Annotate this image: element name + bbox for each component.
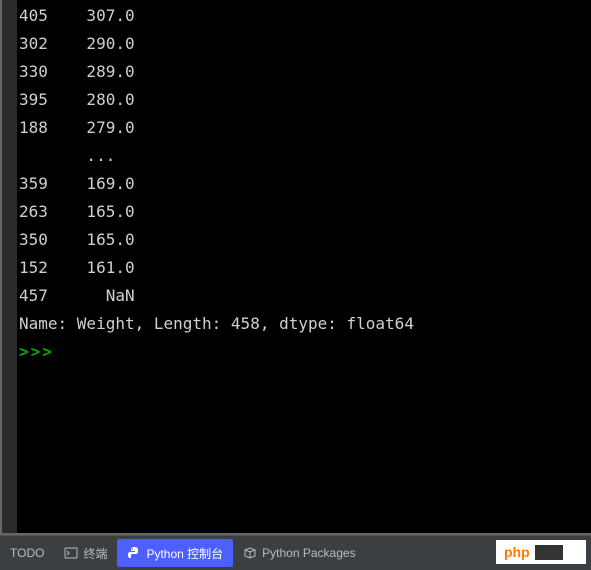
output-row: 302 290.0 <box>19 30 591 58</box>
watermark-text: php <box>504 544 530 560</box>
output-row: 405 307.0 <box>19 2 591 30</box>
python-console-output: 405 307.0302 290.0330 289.0395 280.0188 … <box>0 0 591 535</box>
tab-terminal-label: 终端 <box>83 545 107 562</box>
watermark-block <box>535 545 563 560</box>
tab-terminal[interactable]: 终端 <box>54 539 117 567</box>
watermark: php <box>496 540 586 564</box>
series-summary: Name: Weight, Length: 458, dtype: float6… <box>19 310 591 338</box>
tab-todo[interactable]: TODO <box>0 539 54 567</box>
tab-python-packages[interactable]: Python Packages <box>233 539 365 567</box>
tab-python-console[interactable]: Python 控制台 <box>117 539 233 567</box>
tab-python-console-label: Python 控制台 <box>146 545 223 562</box>
output-row: 350 165.0 <box>19 226 591 254</box>
output-row: 263 165.0 <box>19 198 591 226</box>
tab-python-packages-label: Python Packages <box>262 546 355 560</box>
terminal-icon <box>64 546 78 560</box>
output-row: 188 279.0 <box>19 114 591 142</box>
tab-todo-label: TODO <box>10 546 44 560</box>
packages-icon <box>243 546 257 560</box>
output-row: ... <box>19 142 591 170</box>
python-prompt[interactable]: >>> <box>19 338 591 366</box>
python-icon <box>127 546 141 560</box>
output-row: 330 289.0 <box>19 58 591 86</box>
output-row: 152 161.0 <box>19 254 591 282</box>
output-row: 395 280.0 <box>19 86 591 114</box>
output-row: 457 NaN <box>19 282 591 310</box>
editor-gutter <box>2 0 17 533</box>
output-row: 359 169.0 <box>19 170 591 198</box>
